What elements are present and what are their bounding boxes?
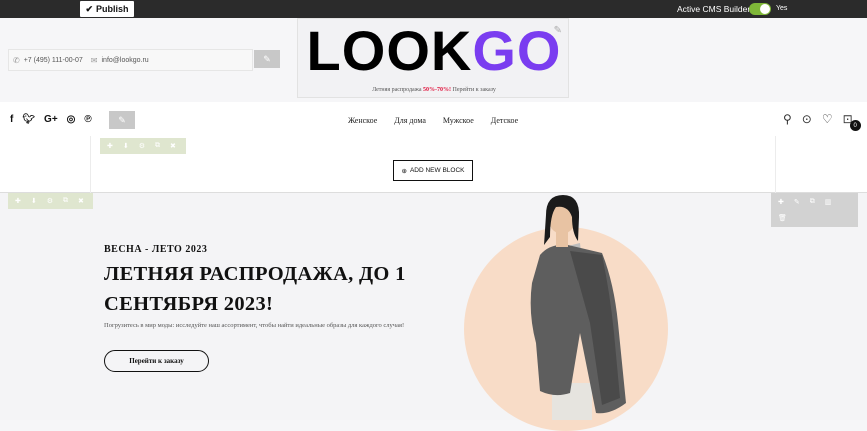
logo-edit-icon[interactable]: ✎: [554, 25, 562, 36]
add-block-label: ADD NEW BLOCK: [409, 167, 465, 174]
column-divider: [90, 136, 91, 193]
logo[interactable]: LOOKGO: [298, 23, 570, 79]
email-address[interactable]: info@lookgo.ru: [102, 57, 149, 64]
google-plus-icon[interactable]: G+: [44, 114, 58, 125]
hero-cta-button[interactable]: Перейти к заказу: [104, 350, 209, 372]
settings-icon[interactable]: ⚙: [139, 142, 145, 150]
pinterest-icon[interactable]: ℗: [84, 114, 91, 125]
cms-builder-toggle[interactable]: [749, 3, 771, 15]
menu-item-men[interactable]: Мужское: [443, 116, 474, 125]
menu-item-women[interactable]: Женское: [348, 116, 377, 125]
promo-text: Летняя распродажа 50%-70%! Перейти к зак…: [298, 87, 570, 93]
social-links: f 🐦︎ G+ ◎ ℗: [10, 114, 92, 125]
edit-icon[interactable]: ✎: [794, 198, 800, 206]
settings-icon[interactable]: ⚙: [47, 197, 53, 205]
delete-icon[interactable]: ✖: [170, 142, 176, 150]
builder-block-area: ✚ ⬇ ⚙ ⧉ ✖ ⊕ ADD NEW BLOCK: [0, 136, 867, 193]
copy-icon[interactable]: ⧉: [155, 142, 160, 150]
copy-icon[interactable]: ⧉: [63, 197, 68, 205]
twitter-icon[interactable]: 🐦︎: [22, 114, 35, 125]
delete-icon[interactable]: ✖: [78, 197, 84, 205]
menu-item-home[interactable]: Для дома: [394, 116, 426, 125]
copy-icon[interactable]: ⧉: [810, 198, 815, 206]
mail-icon: ✉: [90, 55, 98, 65]
phone-icon: ✆: [13, 55, 20, 65]
check-icon: ✔: [85, 3, 94, 14]
move-icon[interactable]: ✚: [778, 198, 784, 206]
promo-highlight: 50%-70%!: [423, 87, 452, 93]
add-new-block-button[interactable]: ⊕ ADD NEW BLOCK: [393, 160, 473, 181]
columns-icon[interactable]: ▥: [825, 198, 832, 206]
cms-toggle-state: Yes: [776, 5, 788, 12]
column-divider: [775, 136, 776, 193]
hero-season: ВЕСНА - ЛЕТО 2023: [104, 244, 208, 255]
menu-item-kids[interactable]: Детское: [491, 116, 518, 125]
logo-part-go: GO: [472, 19, 562, 82]
cms-toolbar: ✔ Publish Active CMS Builder Yes: [0, 0, 867, 18]
arrow-down-icon[interactable]: ⬇: [123, 142, 129, 150]
category-menu: Женское Для дома Мужское Детское: [348, 116, 518, 125]
arrow-down-icon[interactable]: ⬇: [31, 197, 37, 205]
move-icon[interactable]: ✚: [15, 197, 21, 205]
cms-builder-label: Active CMS Builder: [677, 4, 751, 14]
block-toolbar: ✚ ⬇ ⚙ ⧉ ✖: [100, 138, 186, 154]
promo-prefix: Летняя распродажа: [372, 87, 424, 93]
social-edit-button[interactable]: ✎: [109, 111, 135, 129]
trash-icon[interactable]: 🗑︎: [778, 215, 787, 222]
wishlist-icon[interactable]: ♡: [822, 112, 833, 137]
hero-model-image: [530, 195, 626, 420]
instagram-icon[interactable]: ◎: [67, 114, 76, 125]
publish-button[interactable]: ✔ Publish: [80, 1, 134, 17]
hero-block-toolbar: ✚ ⬇ ⚙ ⧉ ✖: [8, 193, 93, 209]
cart-icon[interactable]: ⊡ 0: [843, 112, 861, 137]
cart-count-badge: 0: [849, 120, 861, 131]
edit-icon: ✎: [118, 114, 126, 125]
phone-number[interactable]: +7 (495) 111-00-07: [24, 57, 83, 64]
account-icon[interactable]: ⊙: [802, 112, 812, 137]
nav-icons: ⚲ ⊙ ♡ ⊡ 0: [783, 112, 861, 137]
promo-link[interactable]: Перейти к заказу: [451, 87, 496, 93]
main-nav: f 🐦︎ G+ ◎ ℗ ✎ Женское Для дома Мужское Д…: [0, 102, 867, 136]
publish-label: Publish: [96, 4, 129, 14]
hero-description: Погрузитесь в мир моды: исследуйте наш а…: [104, 322, 405, 329]
edit-icon: ✎: [263, 53, 271, 64]
facebook-icon[interactable]: f: [10, 114, 13, 125]
hero-column-toolbar: ✚ ✎ ⧉ ▥ 🗑︎: [771, 193, 858, 227]
move-icon[interactable]: ✚: [107, 142, 113, 150]
logo-part-look: LOOK: [306, 19, 473, 82]
hero-section: ✚ ⬇ ⚙ ⧉ ✖ ✚ ✎ ⧉ ▥ 🗑︎ ВЕСНА - ЛЕТО 2023 Л…: [0, 193, 867, 431]
plus-circle-icon: ⊕: [401, 167, 407, 175]
logo-block[interactable]: LOOKGO ✎ Летняя распродажа 50%-70%! Пере…: [297, 18, 569, 98]
hero-title: ЛЕТНЯЯ РАСПРОДАЖА, ДО 1 СЕНТЯБРЯ 2023!: [104, 263, 406, 315]
search-icon[interactable]: ⚲: [783, 112, 792, 137]
contacts-edit-button[interactable]: ✎: [254, 50, 280, 68]
contacts-bar: ✆ +7 (495) 111-00-07 ✉ info@lookgo.ru: [8, 49, 253, 71]
